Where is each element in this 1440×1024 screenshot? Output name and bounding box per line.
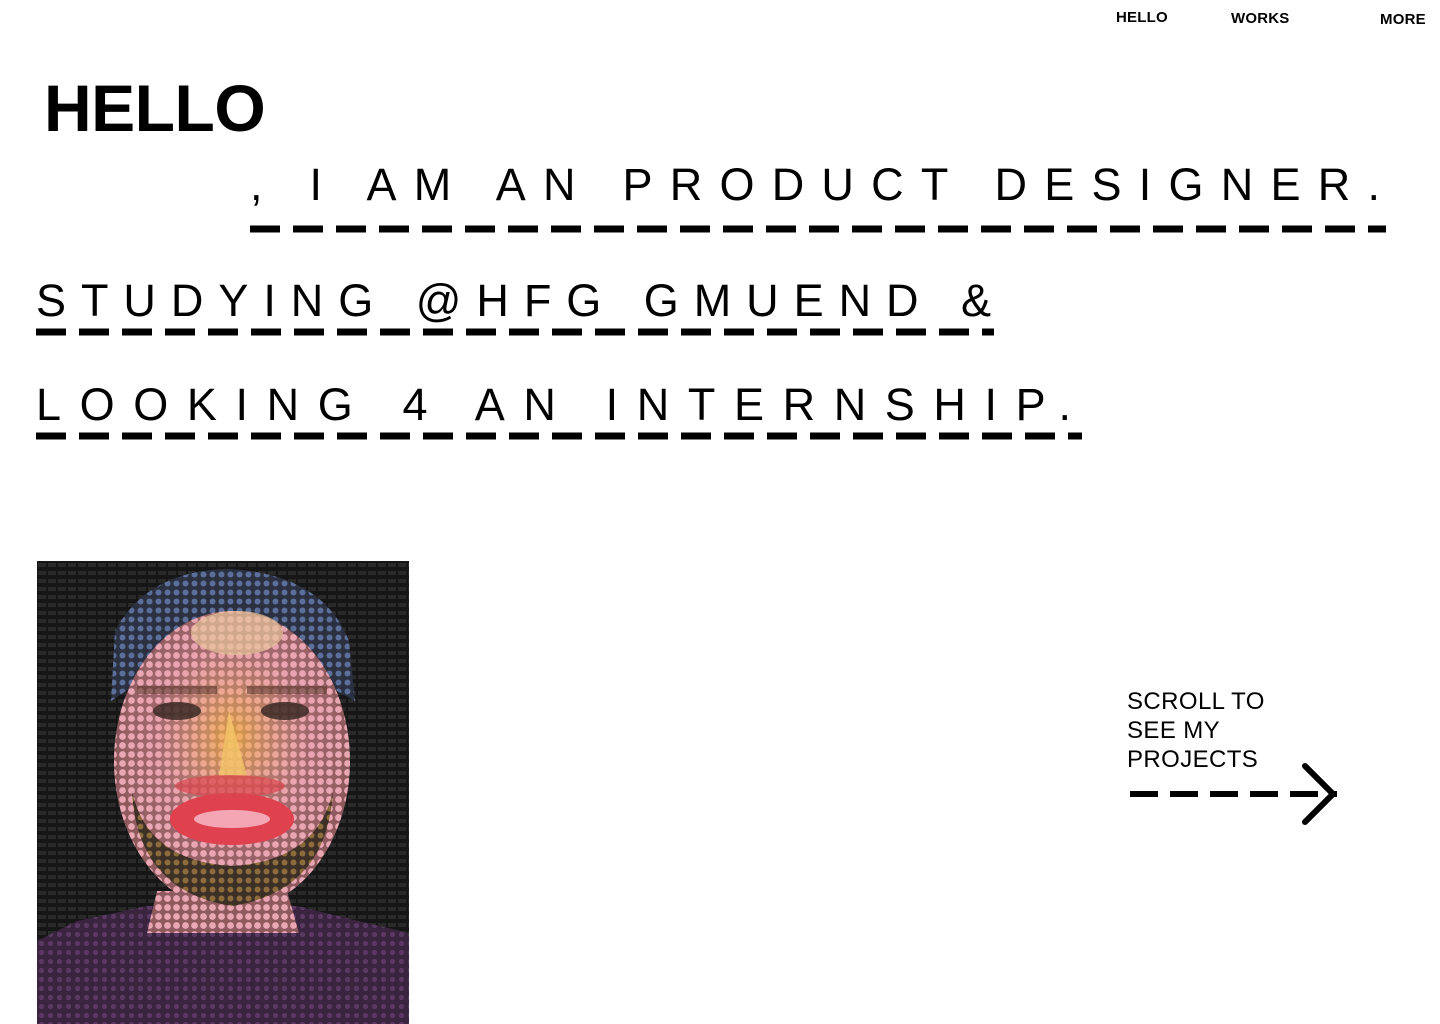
page: HELLO WORKS MORE HELLO , I AM AN PRODUCT…	[0, 0, 1440, 1024]
dashed-arrow-right-icon	[1130, 763, 1337, 825]
tagline-text-designer: , I AM AN PRODUCT DESIGNER.	[250, 159, 1380, 210]
portrait-image	[37, 561, 409, 1024]
tagline-line-internship: LOOKING 4 AN INTERNSHIP.	[36, 372, 1086, 458]
tagline-line-designer: , I AM AN PRODUCT DESIGNER.	[250, 152, 1390, 238]
tagline-text-internship: LOOKING 4 AN INTERNSHIP.	[36, 379, 1071, 430]
hero-title: HELLO	[44, 71, 266, 145]
tagline-text-studying: STUDYING @HFG GMUEND &	[36, 275, 991, 326]
scroll-cta-line-1: SCROLL TO	[1127, 688, 1265, 715]
tagline-line-studying: STUDYING @HFG GMUEND &	[36, 268, 998, 354]
scroll-cta-line-2: SEE MY	[1127, 717, 1221, 744]
nav-link-works[interactable]: WORKS	[1231, 10, 1290, 27]
nav-link-more[interactable]: MORE	[1380, 11, 1426, 28]
scroll-to-projects-button[interactable]: SCROLL TO SEE MY PROJECTS	[1127, 687, 1357, 837]
nav-link-hello[interactable]: HELLO	[1116, 9, 1168, 26]
